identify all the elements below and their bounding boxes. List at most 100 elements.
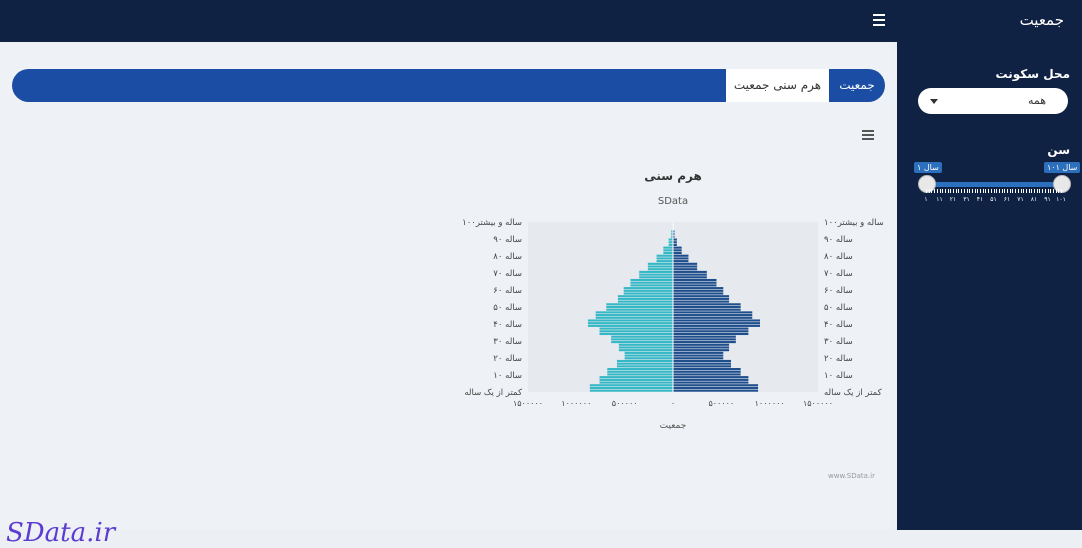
main-content: جمعیت هرم سنی جمعیت هرم سنیSDataکمتر از … — [0, 42, 891, 530]
bar-women — [611, 336, 673, 338]
slider-tick — [999, 189, 1000, 193]
bar-men — [673, 247, 682, 249]
y-tick-label-left: ساله ۳۰ — [493, 337, 522, 347]
bar-women — [663, 247, 673, 249]
slider-ticks — [926, 189, 1061, 195]
y-tick-label-left: ساله ۵۰ — [493, 303, 522, 313]
slider-tick — [1061, 189, 1062, 193]
x-tick-label: ۱۵۰۰۰۰۰ — [513, 399, 543, 408]
bar-women — [611, 341, 673, 343]
slider-tick — [958, 189, 959, 193]
bar-women — [588, 325, 673, 327]
slider-tick — [934, 189, 935, 193]
slider-tick — [1018, 189, 1019, 193]
slider-tick — [1053, 189, 1054, 193]
bar-women — [600, 330, 673, 332]
bar-men — [673, 306, 741, 308]
y-tick-label-right: ساله ۱۰ — [824, 371, 853, 381]
tab-population[interactable]: جمعیت — [829, 69, 885, 102]
slider-tick — [988, 189, 989, 193]
bar-men — [673, 252, 682, 254]
bar-men — [673, 344, 729, 346]
bar-women — [617, 360, 673, 362]
slider-tick-label: ۷۱ — [1017, 196, 1023, 203]
y-tick-label-left: ساله و بیشتر۱۰۰ — [463, 218, 522, 228]
bar-men — [673, 379, 748, 381]
bar-men — [673, 346, 729, 348]
bar-men — [673, 282, 717, 284]
chart-title: هرم سنی — [644, 169, 702, 184]
bar-women — [630, 282, 673, 284]
bar-women — [639, 274, 673, 276]
hamburger-icon[interactable] — [873, 14, 885, 26]
slider-tick — [1015, 189, 1016, 193]
bar-women — [600, 376, 673, 378]
bar-women — [618, 295, 673, 297]
bar-men — [673, 365, 731, 367]
bar-women — [607, 373, 673, 375]
bar-men — [673, 349, 729, 351]
chart-credit[interactable]: www.SData.ir — [828, 472, 875, 480]
tab-age-pyramid[interactable]: هرم سنی جمعیت — [726, 69, 829, 102]
slider-tick — [1007, 189, 1008, 193]
slider-tick-label: ۹۱ — [1044, 196, 1050, 203]
slider-tick — [1029, 189, 1030, 193]
y-tick-label-right: ساله ۸۰ — [824, 252, 853, 262]
slider-tick-labels: ۱۱۱۲۱۳۱۴۱۵۱۶۱۷۱۸۱۹۱۱۰۱ — [918, 196, 1068, 206]
slider-tick — [985, 189, 986, 193]
slider-tick-label: ۲۱ — [950, 196, 956, 203]
slider-tick — [931, 189, 932, 193]
slider-tick-label: ۱۰۱ — [1056, 196, 1066, 203]
bar-women — [669, 244, 673, 246]
bar-women — [600, 328, 673, 330]
x-axis-label: جمعیت — [660, 421, 687, 431]
bar-men — [673, 292, 723, 294]
bar-men — [673, 257, 688, 259]
bar-women — [663, 249, 673, 251]
bar-women — [619, 349, 673, 351]
slider-tick — [1012, 189, 1013, 193]
slider-tick — [983, 189, 984, 193]
bar-women — [588, 322, 673, 324]
bar-men — [673, 330, 748, 332]
residence-select[interactable]: همه — [918, 88, 1068, 114]
x-tick-label: ۵۰۰۰۰۰ — [708, 399, 734, 408]
bar-women — [606, 306, 673, 308]
y-tick-label-left: ساله ۴۰ — [493, 320, 522, 330]
y-tick-label-right: ساله و بیشتر۱۰۰ — [824, 218, 883, 228]
slider-tick — [942, 189, 943, 193]
bar-men — [673, 376, 748, 378]
bar-women — [600, 382, 673, 384]
bar-men — [673, 290, 723, 292]
bar-men — [673, 373, 741, 375]
bar-women — [617, 363, 673, 365]
slider-tick — [1004, 189, 1005, 193]
bar-men — [673, 371, 741, 373]
bar-women — [600, 333, 673, 335]
bar-women — [611, 338, 673, 340]
bar-men — [673, 284, 717, 286]
chart-menu-icon[interactable] — [862, 130, 874, 140]
bar-women — [625, 357, 673, 359]
bar-men — [673, 244, 677, 246]
age-range-slider[interactable]: سال ۱ سال ۱۰۱ ۱۱۱۲۱۳۱۴۱۵۱۶۱۷۱۸۱۹۱۱۰۱ — [918, 162, 1068, 222]
x-tick-label: ۱۵۰۰۰۰۰ — [803, 399, 833, 408]
slider-tick — [1045, 189, 1046, 193]
bar-women — [607, 368, 673, 370]
bar-men — [673, 360, 731, 362]
bar-women — [639, 271, 673, 273]
bar-women — [618, 301, 673, 303]
slider-tick — [1031, 189, 1032, 193]
sidebar: محل سکونت همه سن سال ۱ سال ۱۰۱ ۱۱۱۲۱۳۱۴۱… — [897, 42, 1082, 530]
slider-max-tooltip: سال ۱۰۱ — [1044, 162, 1080, 173]
y-tick-label-left: ساله ۶۰ — [493, 286, 522, 296]
slider-tick — [950, 189, 951, 193]
bar-men — [673, 390, 758, 392]
slider-tick — [996, 189, 997, 193]
slider-track[interactable] — [926, 182, 1061, 187]
y-tick-label-right: کمتر از یک ساله — [824, 388, 883, 398]
bar-men — [673, 265, 697, 267]
y-tick-label-right: ساله ۷۰ — [824, 269, 853, 279]
bar-men — [673, 279, 717, 281]
top-navbar: جمعیت — [0, 0, 1082, 42]
